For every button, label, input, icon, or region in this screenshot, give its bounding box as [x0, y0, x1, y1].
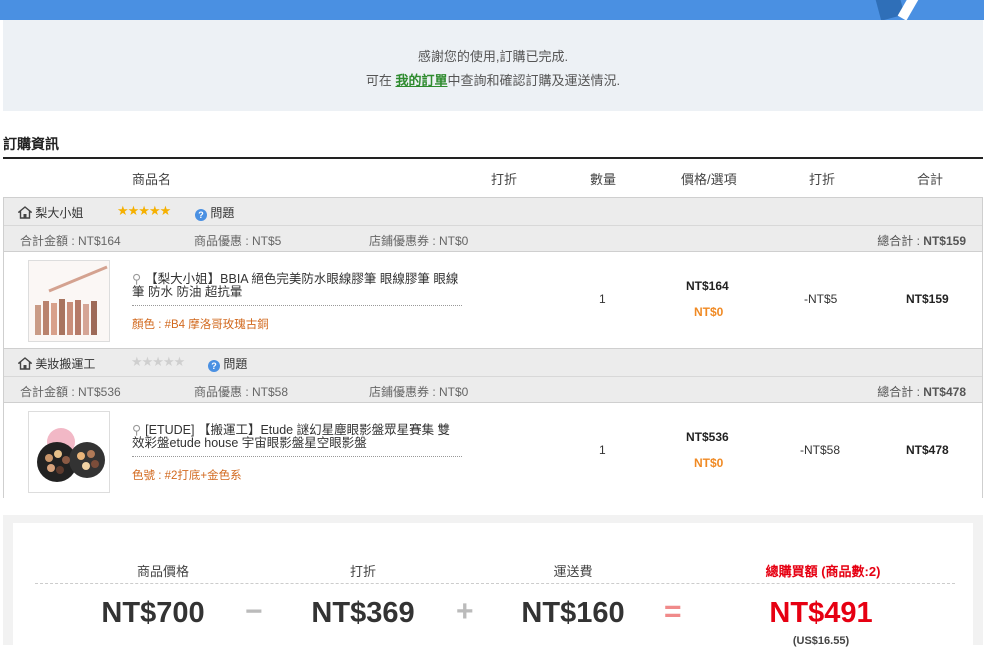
col-total: 合計 [917, 172, 944, 187]
shop-name: 美妝搬運工 [35, 357, 96, 371]
summary-panel: 商品價格 打折 運送費 總購買額 (商品數:2) NT$700 − NT$369… [13, 523, 973, 647]
product-thumbnail[interactable] [28, 411, 110, 493]
grand-label: 總合計 : [877, 234, 924, 248]
pencil-icon [875, 0, 921, 20]
notice-prefix: 可在 [365, 73, 396, 88]
item-discount: -NT$5 [804, 292, 838, 306]
my-orders-link[interactable]: 我的訂單 [395, 73, 447, 88]
top-banner [0, 0, 984, 20]
discount-label: 打折 [349, 564, 376, 579]
shop-summary: 合計金額 : NT$536 商品優惠 : NT$58 店鋪優惠券 : NT$0 … [4, 376, 982, 403]
table-row: ⚲ [ETUDE] 【搬運工】Etude 謎幻星塵眼影盤眾星賽集 雙效彩盤etud… [4, 402, 982, 499]
order-complete-notice: 感謝您的使用,訂購已完成. 可在 我的訂單中查詢和確認訂購及運送情況. [3, 20, 983, 111]
divider [3, 157, 983, 159]
table-row: ⚲ 【梨大小姐】BBIA 絕色完美防水眼線膠筆 眼線膠筆 眼線筆 防水 防油 超抗… [4, 251, 982, 348]
total-value: NT$491 [769, 597, 873, 629]
order-summary: 商品價格 打折 運送費 總購買額 (商品數:2) NT$700 − NT$369… [3, 515, 983, 647]
grand-value: NT$478 [923, 385, 966, 399]
total-usd: (US$16.55) [792, 635, 850, 647]
item-price: NT$536 [686, 430, 729, 444]
shipping-value: NT$160 [521, 597, 625, 629]
option-price: NT$0 [694, 305, 724, 319]
item-discount: -NT$58 [800, 443, 841, 457]
option-price: NT$0 [694, 456, 724, 470]
quantity: 1 [599, 443, 606, 457]
item-price: NT$164 [686, 279, 729, 293]
shop-header: 美妝搬運工 ★★★★★ ? 問題 [4, 348, 982, 376]
product-name: [ETUDE] 【搬運工】Etude 謎幻星塵眼影盤眾星賽集 雙效彩盤etude… [132, 423, 451, 450]
home-icon [18, 206, 32, 219]
shop-link[interactable]: 美妝搬運工 [18, 355, 95, 372]
shop-name: 梨大小姐 [35, 206, 84, 220]
eyeshadow-image [29, 412, 109, 492]
search-icon: ⚲ [132, 423, 142, 437]
col-discount-2: 打折 [809, 172, 836, 187]
grand-label: 總合計 : [877, 385, 924, 399]
question-label: 問題 [223, 357, 248, 371]
notice-suffix: 中查詢和確認訂購及運送情況. [447, 73, 621, 88]
search-icon: ⚲ [132, 272, 142, 286]
notice-line-1: 感謝您的使用,訂購已完成. [417, 49, 569, 64]
col-qty: 數量 [590, 172, 617, 187]
home-icon [18, 357, 32, 370]
col-product: 商品名 [132, 172, 172, 187]
rating-stars: ★★★★★ [117, 203, 171, 218]
section-title: 訂購資訊 [3, 136, 59, 152]
equals-operator: = [664, 595, 682, 628]
product-name-link[interactable]: ⚲ [ETUDE] 【搬運工】Etude 謎幻星塵眼影盤眾星賽集 雙效彩盤etud… [132, 424, 462, 457]
sum-amount: 合計金額 : NT$164 [20, 234, 121, 248]
quantity: 1 [599, 292, 606, 306]
product-price-value: NT$700 [101, 597, 205, 629]
product-name-link[interactable]: ⚲ 【梨大小姐】BBIA 絕色完美防水眼線膠筆 眼線膠筆 眼線筆 防水 防油 超抗… [132, 273, 462, 306]
product-price-label: 商品價格 [136, 564, 189, 579]
question-icon: ? [195, 209, 207, 221]
col-discount: 打折 [491, 172, 518, 187]
shop-summary: 合計金額 : NT$164 商品優惠 : NT$5 店鋪優惠券 : NT$0 總… [4, 225, 982, 252]
question-link[interactable]: ? 問題 [195, 204, 234, 221]
question-link[interactable]: ? 問題 [208, 355, 247, 372]
order-table: 梨大小姐 ★★★★★ ? 問題 合計金額 : NT$164 商品優惠 : NT$… [3, 197, 983, 499]
product-thumbnail[interactable] [28, 260, 110, 342]
eyeliner-image [29, 261, 109, 341]
store-coupon: 店鋪優惠券 : NT$0 [369, 234, 469, 248]
question-label: 問題 [210, 206, 235, 220]
summary-divider [35, 583, 955, 584]
plus-operator: + [456, 595, 474, 628]
product-discount: 商品優惠 : NT$5 [194, 234, 282, 248]
notice-line-2: 可在 我的訂單中查詢和確認訂購及運送情況. [3, 70, 983, 89]
question-icon: ? [208, 360, 220, 372]
product-option: 色號 : #2打底+金色系 [132, 470, 242, 482]
grand-value: NT$159 [923, 234, 966, 248]
product-option: 顏色 : #B4 摩洛哥玫瑰古銅 [132, 319, 269, 331]
item-total: NT$478 [906, 443, 949, 457]
shop-grand-total: 總合計 : NT$159 [877, 232, 966, 249]
product-discount: 商品優惠 : NT$58 [194, 385, 289, 399]
product-name: 【梨大小姐】BBIA 絕色完美防水眼線膠筆 眼線膠筆 眼線筆 防水 防油 超抗暈 [132, 272, 459, 299]
shop-grand-total: 總合計 : NT$478 [877, 383, 966, 400]
item-total: NT$159 [906, 292, 949, 306]
store-coupon: 店鋪優惠券 : NT$0 [369, 385, 469, 399]
total-label: 總購買額 (商品數:2) [765, 564, 881, 579]
rating-stars: ★★★★★ [131, 354, 185, 369]
shop-link[interactable]: 梨大小姐 [18, 204, 83, 221]
shipping-label: 運送費 [553, 564, 593, 579]
col-price: 價格/選項 [681, 172, 737, 187]
discount-value: NT$369 [311, 597, 415, 629]
sum-amount: 合計金額 : NT$536 [20, 385, 121, 399]
minus-operator: − [245, 595, 263, 628]
shop-header: 梨大小姐 ★★★★★ ? 問題 [4, 197, 982, 225]
